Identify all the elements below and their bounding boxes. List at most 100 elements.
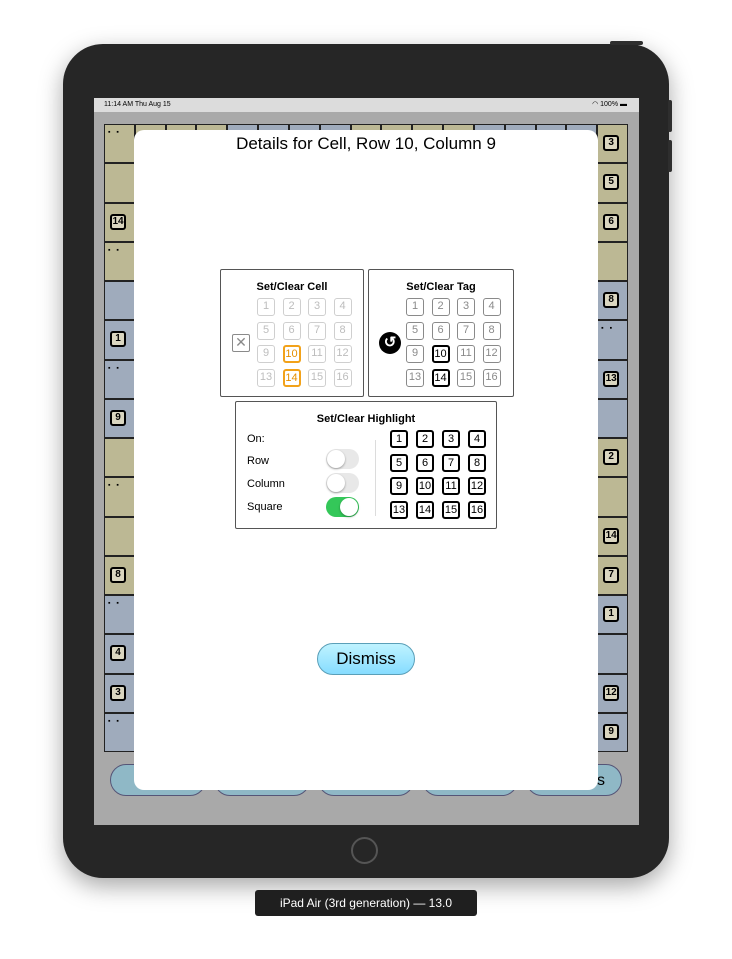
board-cell[interactable]: 8 (104, 555, 135, 595)
set-clear-highlight-panel: Set/Clear Highlight On: Row Column Squar… (235, 401, 497, 529)
tag-number-4[interactable]: 4 (482, 298, 501, 316)
tag-number-13[interactable]: 13 (406, 368, 424, 387)
highlight-number-8[interactable]: 8 (468, 453, 486, 472)
cell-number-9[interactable]: 9 (257, 345, 275, 363)
highlight-number-11[interactable]: 11 (442, 477, 460, 495)
tag-number-12[interactable]: 12 (482, 345, 501, 363)
board-cell[interactable]: 7 (597, 555, 628, 595)
cell-number-5[interactable]: 5 (257, 321, 275, 340)
board-cell-value: 9 (110, 409, 126, 426)
board-cell[interactable]: ▪ ▪ (104, 712, 135, 752)
cell-number-7[interactable]: 7 (308, 321, 326, 340)
cell-number-2[interactable]: 2 (282, 298, 301, 316)
board-cell[interactable] (597, 241, 628, 281)
highlight-number-5[interactable]: 5 (390, 453, 408, 472)
tag-number-16[interactable]: 16 (482, 368, 501, 387)
board-cell[interactable]: ▪ ▪ (104, 359, 135, 399)
board-cell[interactable]: 14 (104, 202, 135, 242)
board-cell[interactable]: 6 (597, 202, 628, 242)
board-cell-value: 13 (603, 370, 620, 387)
cell-number-3[interactable]: 3 (308, 298, 326, 316)
highlight-number-6[interactable]: 6 (416, 453, 434, 472)
board-cell[interactable]: 12 (597, 673, 628, 713)
board-cell[interactable]: ▪ ▪ (104, 124, 135, 164)
board-cell[interactable]: ▪ ▪ (597, 320, 628, 360)
board-cell[interactable] (597, 398, 628, 438)
cell-number-8[interactable]: 8 (333, 321, 352, 340)
highlight-number-2[interactable]: 2 (416, 430, 434, 448)
tag-number-2[interactable]: 2 (431, 298, 450, 316)
set-clear-cell-title: Set/Clear Cell (256, 281, 328, 293)
board-cell[interactable]: ▪ ▪ (104, 477, 135, 517)
tag-number-14[interactable]: 14 (431, 368, 450, 387)
cell-number-6[interactable]: 6 (282, 321, 301, 340)
tag-number-1[interactable]: 1 (406, 298, 424, 316)
board-cell[interactable]: 3 (597, 124, 628, 164)
x-icon[interactable]: ✕ (232, 334, 250, 352)
board-cell[interactable]: 13 (597, 359, 628, 399)
board-cell-value: 14 (603, 527, 620, 544)
highlight-number-12[interactable]: 12 (468, 477, 486, 495)
cell-number-10[interactable]: 10 (282, 345, 301, 363)
board-cell[interactable]: 4 (104, 634, 135, 674)
cell-number-13[interactable]: 13 (257, 368, 275, 387)
cell-number-14[interactable]: 14 (282, 368, 301, 387)
board-cell[interactable]: 9 (104, 398, 135, 438)
toggle-knob (340, 498, 358, 516)
highlight-number-15[interactable]: 15 (442, 500, 460, 519)
board-cell[interactable]: 1 (597, 595, 628, 635)
highlight-number-10[interactable]: 10 (416, 477, 434, 495)
tag-number-5[interactable]: 5 (406, 321, 424, 340)
board-cell[interactable] (104, 281, 135, 321)
board-cell[interactable]: 2 (597, 438, 628, 478)
highlight-number-1[interactable]: 1 (390, 430, 408, 448)
status-battery: ◠ 100% ▬ (592, 98, 627, 112)
cell-number-4[interactable]: 4 (333, 298, 352, 316)
highlight-row-toggle[interactable] (326, 449, 359, 469)
cell-number-11[interactable]: 11 (308, 345, 326, 363)
tag-number-8[interactable]: 8 (482, 321, 501, 340)
tag-number-15[interactable]: 15 (457, 368, 475, 387)
tag-number-10[interactable]: 10 (431, 345, 450, 363)
board-cell[interactable]: ▪ ▪ (104, 595, 135, 635)
cell-number-12[interactable]: 12 (333, 345, 352, 363)
board-cell[interactable]: 14 (597, 516, 628, 556)
tag-number-6[interactable]: 6 (431, 321, 450, 340)
board-cell[interactable] (597, 634, 628, 674)
board-cell[interactable] (597, 477, 628, 517)
highlight-number-3[interactable]: 3 (442, 430, 460, 448)
board-cell[interactable]: 8 (597, 281, 628, 321)
set-clear-highlight-title: Set/Clear Highlight (316, 413, 416, 425)
board-cell[interactable] (104, 438, 135, 478)
cell-number-1[interactable]: 1 (257, 298, 275, 316)
board-cell[interactable]: ▪ ▪ (104, 241, 135, 281)
board-cell[interactable]: 5 (597, 163, 628, 203)
board-cell[interactable]: 9 (597, 712, 628, 752)
board-cell[interactable]: 3 (104, 673, 135, 713)
highlight-row-label: Row (247, 455, 270, 467)
highlight-number-9[interactable]: 9 (390, 477, 408, 495)
dismiss-button[interactable]: Dismiss (317, 643, 415, 675)
home-button[interactable] (351, 837, 378, 864)
tag-number-3[interactable]: 3 (457, 298, 475, 316)
cell-number-15[interactable]: 15 (308, 368, 326, 387)
board-cell[interactable] (104, 516, 135, 556)
tag-number-11[interactable]: 11 (457, 345, 475, 363)
highlight-number-13[interactable]: 13 (390, 500, 408, 519)
board-cell[interactable] (104, 163, 135, 203)
highlight-number-7[interactable]: 7 (442, 453, 460, 472)
cell-number-16[interactable]: 16 (333, 368, 352, 387)
highlight-number-16[interactable]: 16 (468, 500, 486, 519)
highlight-number-4[interactable]: 4 (468, 430, 486, 448)
board-cell-value: 7 (603, 566, 620, 583)
volume-up-button (668, 100, 672, 132)
highlight-square-toggle[interactable] (326, 497, 359, 517)
undo-icon[interactable]: ↺ (379, 332, 401, 354)
tag-number-9[interactable]: 9 (406, 345, 424, 363)
board-cell[interactable]: 1 (104, 320, 135, 360)
set-clear-tag-panel: Set/Clear Tag ↺ 1 2 3 4 5 6 7 8 9 10 11 12 13 14 15 16 (368, 269, 514, 397)
highlight-number-14[interactable]: 14 (416, 500, 434, 519)
set-clear-tag-title: Set/Clear Tag (406, 281, 476, 293)
tag-number-7[interactable]: 7 (457, 321, 475, 340)
highlight-column-toggle[interactable] (326, 473, 359, 493)
